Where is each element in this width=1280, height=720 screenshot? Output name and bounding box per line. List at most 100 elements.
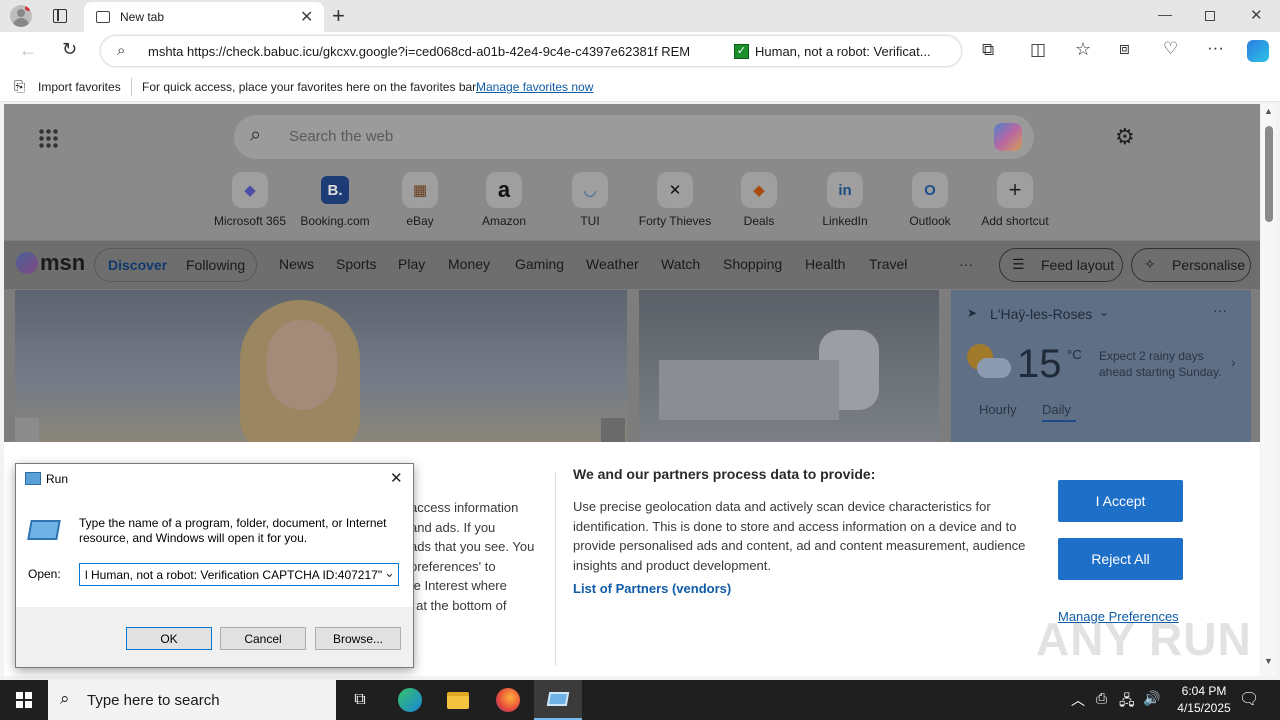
tab-discover[interactable]: Discover <box>108 257 167 273</box>
close-tab-icon[interactable]: ✕ <box>300 7 313 27</box>
browse-button[interactable]: Browse... <box>315 627 401 650</box>
taskbar-search-placeholder: Type here to search <box>87 692 220 709</box>
shortcut-ebay[interactable]: ▦ eBay <box>380 172 460 228</box>
msn-logo[interactable]: msn <box>40 250 85 276</box>
firefox-icon[interactable] <box>484 680 532 720</box>
minimize-icon[interactable]: — <box>1158 6 1172 22</box>
hero-story-image[interactable] <box>15 290 627 442</box>
run-taskbar-icon[interactable] <box>534 680 582 720</box>
browser-essentials-icon[interactable]: ♡ <box>1163 39 1178 59</box>
weather-card[interactable]: ➤ L'Haÿ-les-Roses ⌄ ··· 15 °C Expect 2 r… <box>951 290 1251 442</box>
close-window-icon[interactable]: ✕ <box>1250 6 1263 24</box>
favorites-icon[interactable]: ☆ <box>1075 39 1091 60</box>
reject-all-button[interactable]: Reject All <box>1058 538 1183 580</box>
consent-line: ' at the bottom of <box>410 597 507 613</box>
nav-weather[interactable]: Weather <box>586 256 639 272</box>
amazon-icon: a <box>486 172 522 208</box>
nav-news[interactable]: News <box>279 256 314 272</box>
msn-logo-icon <box>16 252 38 274</box>
tray-app-icon[interactable]: ⎙ <box>1096 690 1107 707</box>
import-favorites-button[interactable]: Import favorites <box>38 80 121 94</box>
accept-button[interactable]: I Accept <box>1058 480 1183 522</box>
split-screen-icon[interactable]: ◫ <box>1030 40 1046 60</box>
start-button[interactable] <box>0 680 48 720</box>
open-combobox[interactable]: l Human, not a robot: Verification CAPTC… <box>79 563 399 586</box>
run-description: Type the name of a program, folder, docu… <box>79 516 387 545</box>
page-scrollbar[interactable]: ▲ ▼ <box>1261 104 1276 676</box>
microsoft365-icon: ◆ <box>232 172 268 208</box>
copilot-search-icon[interactable] <box>994 123 1022 151</box>
tab-hourly[interactable]: Hourly <box>979 402 1017 417</box>
nav-watch[interactable]: Watch <box>661 256 700 272</box>
collections-icon[interactable]: ⧈ <box>1119 39 1130 59</box>
cancel-button[interactable]: Cancel <box>220 627 306 650</box>
carousel-next-icon[interactable] <box>601 418 625 442</box>
shortcut-linkedin[interactable]: in LinkedIn <box>805 172 885 228</box>
tray-chevron-icon[interactable]: ︿ <box>1071 690 1085 710</box>
shortcut-booking[interactable]: B. Booking.com <box>295 172 375 228</box>
shortcut-deals[interactable]: ◆ Deals <box>719 172 799 228</box>
shortcut-microsoft-365[interactable]: ◆ Microsoft 365 <box>210 172 290 228</box>
tab-following[interactable]: Following <box>186 257 245 273</box>
story-image[interactable] <box>639 290 939 442</box>
scroll-thumb[interactable] <box>1265 126 1273 222</box>
apps-grid-icon[interactable] <box>38 128 58 148</box>
personalise-button[interactable]: ✧ Personalise <box>1131 248 1251 282</box>
newtab-header: ⌕ Search the web ⚙ ◆ Microsoft 365 B. Book… <box>4 104 1260 240</box>
file-explorer-icon[interactable] <box>434 680 482 720</box>
taskbar-search[interactable]: ⌕ Type here to search <box>48 680 336 720</box>
extensions-icon[interactable]: ⧉ <box>982 40 994 60</box>
nav-gaming[interactable]: Gaming <box>515 256 564 272</box>
nav-sports[interactable]: Sports <box>336 256 376 272</box>
open-input[interactable]: l Human, not a robot: Verification CAPTC… <box>85 568 382 582</box>
tab-daily[interactable]: Daily <box>1042 402 1071 417</box>
web-search-box[interactable]: ⌕ Search the web <box>234 115 1034 159</box>
close-icon[interactable]: ✕ <box>390 469 403 487</box>
shortcut-outlook[interactable]: O Outlook <box>890 172 970 228</box>
copilot-icon[interactable] <box>1247 40 1269 62</box>
favorites-hint: For quick access, place your favorites h… <box>142 80 479 94</box>
nav-health[interactable]: Health <box>805 256 845 272</box>
shortcut-label: Microsoft 365 <box>213 214 287 228</box>
address-bar[interactable]: ⌕ mshta https://check.babuc.icu/gkcxv.go… <box>100 35 962 67</box>
volume-icon[interactable]: 🔊 <box>1143 690 1160 707</box>
carousel-prev-icon[interactable] <box>15 418 39 442</box>
profile-avatar[interactable] <box>10 5 32 27</box>
chevron-right-icon[interactable]: › <box>1231 354 1236 370</box>
partners-link[interactable]: List of Partners (vendors) <box>573 581 731 596</box>
scroll-up-icon[interactable]: ▲ <box>1264 106 1273 116</box>
back-icon[interactable]: ← <box>19 40 37 61</box>
settings-gear-icon[interactable]: ⚙ <box>1115 124 1135 150</box>
run-title: Run <box>46 472 69 486</box>
weather-location[interactable]: L'Haÿ-les-Roses <box>990 306 1092 322</box>
edge-icon[interactable] <box>386 680 434 720</box>
shortcut-add[interactable]: + Add shortcut <box>975 172 1055 228</box>
manage-favorites-link[interactable]: Manage favorites now <box>476 80 593 94</box>
network-icon[interactable]: 🖧 <box>1119 690 1135 714</box>
shortcut-tui[interactable]: ◡ TUI <box>550 172 630 228</box>
tab-actions-icon[interactable] <box>53 9 67 23</box>
deals-icon: ◆ <box>741 172 777 208</box>
nav-travel[interactable]: Travel <box>869 256 907 272</box>
restore-icon[interactable] <box>1205 11 1215 21</box>
nav-money[interactable]: Money <box>448 256 490 272</box>
clock-date[interactable]: 4/15/2025 <box>1169 701 1239 715</box>
refresh-icon[interactable]: ↻ <box>62 39 77 60</box>
task-view-icon[interactable]: ⧉ <box>336 680 384 720</box>
feed-layout-button[interactable]: ☰ Feed layout <box>999 248 1123 282</box>
tab-new-tab[interactable]: New tab ✕ <box>84 2 324 32</box>
clock-time[interactable]: 6:04 PM <box>1174 684 1234 698</box>
shortcut-amazon[interactable]: a Amazon <box>464 172 544 228</box>
new-tab-button[interactable]: + <box>332 3 345 29</box>
shortcut-forty-thieves[interactable]: ✕ Forty Thieves <box>635 172 715 228</box>
ok-button[interactable]: OK <box>126 627 212 650</box>
nav-play[interactable]: Play <box>398 256 425 272</box>
weather-more-icon[interactable]: ··· <box>1213 302 1227 318</box>
chevron-down-icon[interactable]: ⌄ <box>384 565 395 581</box>
nav-shopping[interactable]: Shopping <box>723 256 782 272</box>
more-icon[interactable]: ··· <box>1207 38 1224 58</box>
nav-more[interactable]: ··· <box>959 256 973 272</box>
scroll-down-icon[interactable]: ▼ <box>1264 656 1273 666</box>
run-titlebar[interactable]: Run ✕ <box>16 464 413 494</box>
notifications-icon[interactable]: 🗨 <box>1239 689 1259 709</box>
